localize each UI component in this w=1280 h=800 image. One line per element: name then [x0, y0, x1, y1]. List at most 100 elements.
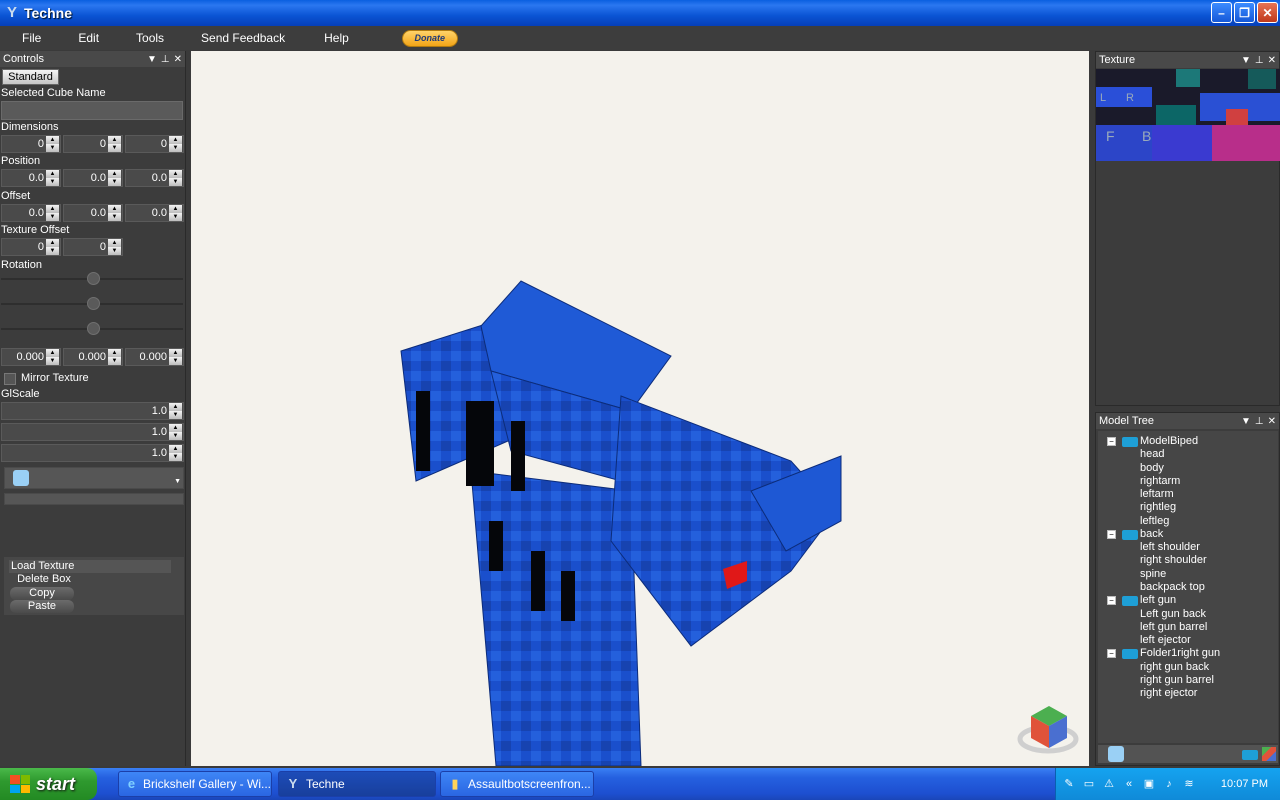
position-x-stepper[interactable]: 0.0 ▲ ▼: [1, 169, 61, 187]
slider-thumb[interactable]: [87, 297, 100, 310]
rotation-z-stepper[interactable]: 0.000 ▲ ▼: [125, 348, 184, 366]
model-tree-title: Model Tree: [1099, 415, 1155, 427]
taskbar-item-techne[interactable]: Y Techne: [278, 771, 436, 797]
delete-box-button[interactable]: Delete Box: [9, 573, 79, 586]
action-list: Load Texture Delete Box Copy Paste: [4, 557, 184, 615]
copy-button[interactable]: Copy: [10, 587, 74, 600]
tree-folder[interactable]: − ModelBiped: [1098, 435, 1198, 448]
tree-folder[interactable]: − left gun: [1098, 594, 1176, 607]
dimension-x-stepper[interactable]: 0 ▲ ▼: [1, 135, 61, 153]
tree-item[interactable]: leftleg: [1098, 515, 1169, 528]
monitor-icon[interactable]: ▭: [1082, 777, 1096, 791]
tree-item[interactable]: left shoulder: [1098, 541, 1200, 554]
minimize-button[interactable]: –: [1211, 2, 1232, 23]
pin-icon[interactable]: ⊥: [161, 54, 170, 65]
glscale-y-stepper[interactable]: 1.0 ▲ ▼: [1, 423, 184, 441]
texture-offset-y-stepper[interactable]: 0 ▲ ▼: [63, 238, 123, 256]
toolbar-scroll-icon[interactable]: ▼: [174, 478, 181, 485]
slider-thumb[interactable]: [87, 322, 100, 335]
chevron-left-icon[interactable]: «: [1122, 777, 1136, 791]
dimension-y-stepper[interactable]: 0 ▲ ▼: [63, 135, 123, 153]
load-texture-button[interactable]: Load Texture: [9, 560, 171, 573]
tree-item[interactable]: right ejector: [1098, 687, 1197, 700]
texture-letter-b: B: [1142, 128, 1151, 144]
menu-file[interactable]: File: [0, 31, 54, 45]
tree-item[interactable]: rightleg: [1098, 501, 1176, 514]
network-icon[interactable]: ▣: [1142, 777, 1156, 791]
selected-cube-name-input[interactable]: [1, 101, 183, 120]
add-shape-icon[interactable]: [1262, 747, 1276, 761]
maximize-button[interactable]: ❐: [1234, 2, 1255, 23]
tree-folder[interactable]: − back: [1098, 528, 1163, 541]
model-tree-header: Model Tree ▼ ⊥ ✕: [1096, 413, 1279, 429]
offset-z-stepper[interactable]: 0.0 ▲ ▼: [125, 204, 184, 222]
pen-icon[interactable]: ✎: [1062, 777, 1076, 791]
offset-y-stepper[interactable]: 0.0 ▲ ▼: [63, 204, 123, 222]
panel-menu-icon[interactable]: ▼: [147, 54, 157, 65]
tree-folder[interactable]: − Folder1right gun: [1098, 647, 1220, 660]
tree-item[interactable]: left ejector: [1098, 634, 1191, 647]
panel-close-icon[interactable]: ✕: [1268, 55, 1276, 66]
toolbar-strip[interactable]: [4, 493, 184, 505]
texture-panel-title: Texture: [1099, 54, 1136, 66]
tree-item[interactable]: head: [1098, 448, 1164, 461]
texture-offset-x-stepper[interactable]: 0 ▲ ▼: [1, 238, 61, 256]
warning-icon[interactable]: ⚠: [1102, 777, 1116, 791]
tree-item[interactable]: body: [1098, 462, 1164, 475]
pin-icon[interactable]: ⊥: [1255, 55, 1264, 66]
new-folder-icon[interactable]: [1242, 750, 1258, 760]
rotation-z-slider[interactable]: [1, 317, 183, 341]
orientation-cube-icon[interactable]: [1017, 706, 1079, 754]
cube-icon[interactable]: [1108, 746, 1124, 762]
glscale-label: GlScale: [1, 388, 40, 400]
start-button[interactable]: start: [0, 768, 97, 800]
texture-preview[interactable]: L R F B: [1096, 69, 1280, 161]
stripe: [531, 551, 545, 611]
position-y-stepper[interactable]: 0.0 ▲ ▼: [63, 169, 123, 187]
taskbar-item-brickshelf[interactable]: e Brickshelf Gallery - Wi...: [118, 771, 272, 797]
tree-item[interactable]: right gun barrel: [1098, 674, 1214, 687]
menu-send-feedback[interactable]: Send Feedback: [177, 31, 298, 45]
menu-edit[interactable]: Edit: [54, 31, 112, 45]
panel-menu-icon[interactable]: ▼: [1241, 55, 1251, 66]
tree-item[interactable]: backpack top: [1098, 581, 1205, 594]
taskbar-item-assaultbot[interactable]: ▮ Assaultbotscreenfron...: [440, 771, 594, 797]
speaker-icon[interactable]: ♪: [1162, 777, 1176, 791]
close-button[interactable]: ✕: [1257, 2, 1278, 23]
tree-item[interactable]: left gun barrel: [1098, 621, 1207, 634]
dimension-z-stepper[interactable]: 0 ▲ ▼: [125, 135, 184, 153]
tree-item[interactable]: leftarm: [1098, 488, 1174, 501]
menu-tools[interactable]: Tools: [112, 31, 177, 45]
rotation-y-stepper[interactable]: 0.000 ▲ ▼: [63, 348, 123, 366]
rotation-x-stepper[interactable]: 0.000 ▲ ▼: [1, 348, 61, 366]
rotation-x-slider[interactable]: [1, 267, 183, 291]
cube-icon[interactable]: [13, 470, 29, 486]
panel-menu-icon[interactable]: ▼: [1241, 416, 1251, 427]
donate-button[interactable]: Donate: [401, 29, 458, 47]
offset-x-stepper[interactable]: 0.0 ▲ ▼: [1, 204, 61, 222]
menu-help[interactable]: Help: [298, 31, 362, 45]
slider-thumb[interactable]: [87, 272, 100, 285]
glscale-z-stepper[interactable]: 1.0 ▲ ▼: [1, 444, 184, 462]
techne-app-icon: Y: [6, 4, 17, 21]
tree-item[interactable]: spine: [1098, 568, 1166, 581]
rotation-y-slider[interactable]: [1, 292, 183, 316]
tree-item[interactable]: right gun back: [1098, 661, 1209, 674]
tree-item[interactable]: Left gun back: [1098, 608, 1206, 621]
model-tree: − ModelBiped head body rightarm leftarm r…: [1098, 431, 1278, 743]
pin-icon[interactable]: ⊥: [1255, 416, 1264, 427]
panel-close-icon[interactable]: ✕: [1268, 416, 1276, 427]
tree-item[interactable]: rightarm: [1098, 475, 1180, 488]
wifi-icon[interactable]: ≋: [1182, 777, 1196, 791]
window-title: Techne: [24, 5, 72, 21]
model-tree-panel: Model Tree ▼ ⊥ ✕ − ModelBiped head body r…: [1095, 412, 1280, 766]
stripe: [466, 401, 494, 486]
glscale-x-stepper[interactable]: 1.0 ▲ ▼: [1, 402, 184, 420]
panel-close-icon[interactable]: ✕: [174, 54, 182, 65]
standard-tab[interactable]: Standard: [2, 69, 59, 85]
tree-item[interactable]: right shoulder: [1098, 554, 1207, 567]
3d-viewport[interactable]: [191, 51, 1089, 766]
position-z-stepper[interactable]: 0.0 ▲ ▼: [125, 169, 184, 187]
mirror-texture-checkbox[interactable]: [4, 373, 16, 385]
paste-button[interactable]: Paste: [10, 600, 74, 613]
